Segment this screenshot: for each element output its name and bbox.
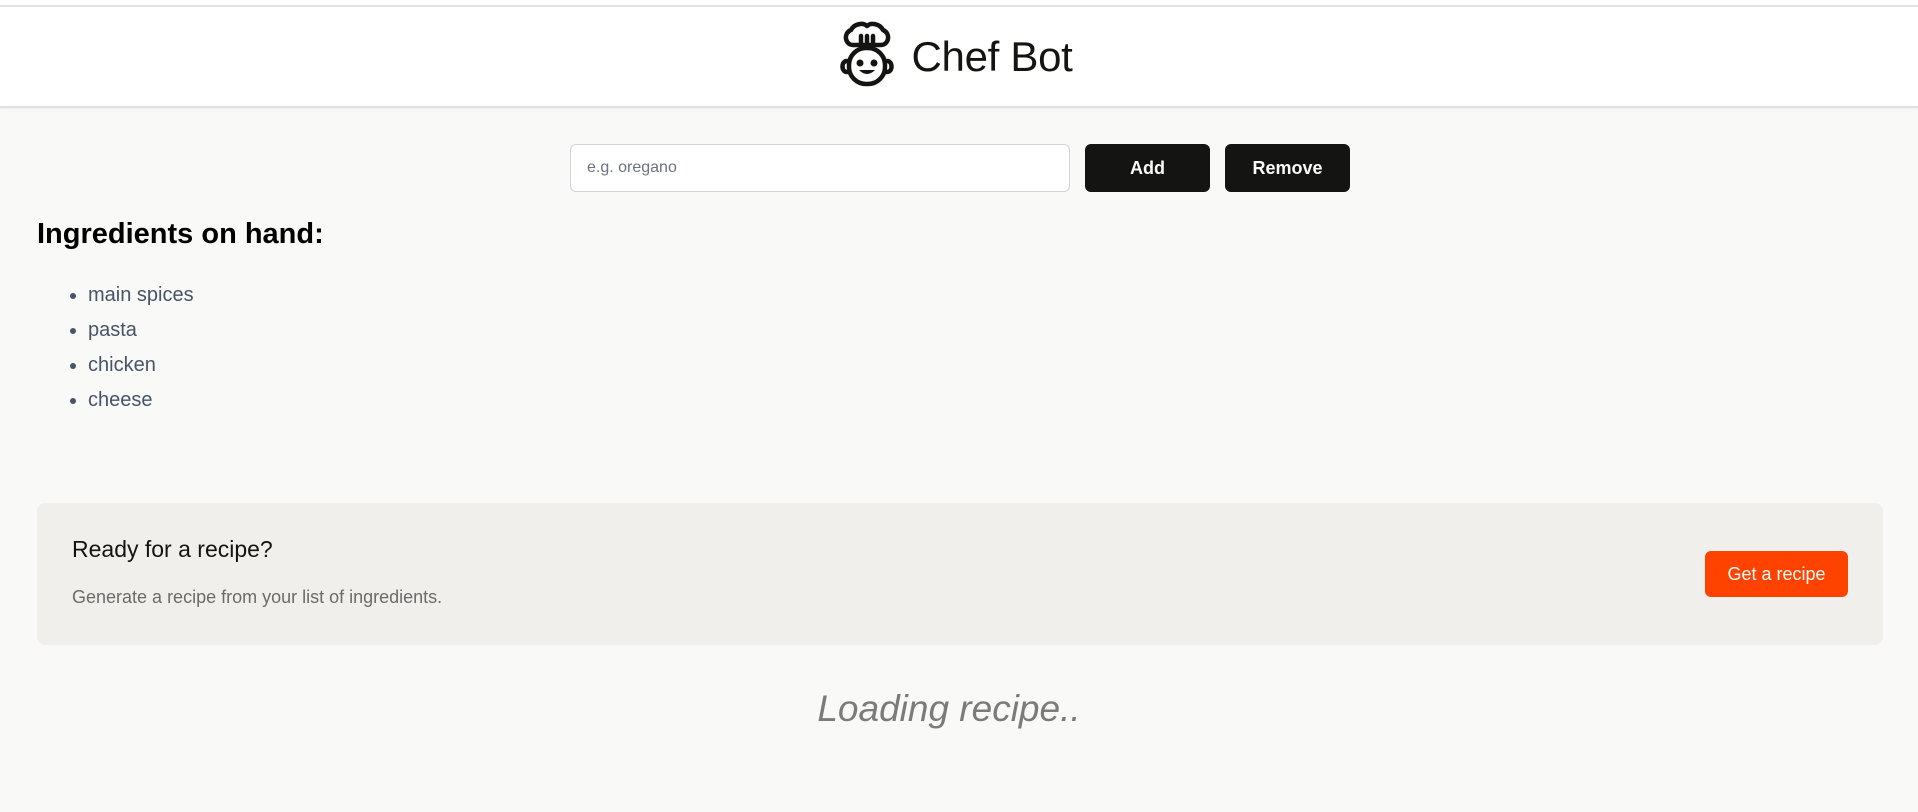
app-title: Chef Bot [911,32,1073,80]
list-item: cheese [88,385,194,420]
get-recipe-button[interactable]: Get a recipe [1705,551,1848,597]
list-item: main spices [88,280,194,315]
list-item: pasta [88,315,194,350]
list-item: chicken [88,350,194,385]
card-text: Ready for a recipe? Generate a recipe fr… [72,536,442,608]
add-ingredient-form: Add Remove [570,144,1350,192]
remove-button[interactable]: Remove [1225,144,1350,192]
card-description: Generate a recipe from your list of ingr… [72,587,443,607]
top-border [0,0,1918,7]
ingredients-heading: Ingredients on hand: [37,218,324,250]
card-title: Ready for a recipe? [72,536,273,562]
app-header: Chef Bot [0,7,1918,108]
ingredient-input[interactable] [570,144,1070,192]
ingredients-list: main spices pasta chicken cheese [88,280,194,420]
add-button[interactable]: Add [1085,144,1210,192]
get-recipe-card: Ready for a recipe? Generate a recipe fr… [37,503,1883,645]
loading-status: Loading recipe.. [817,688,1081,729]
chef-robot-icon [840,21,895,86]
